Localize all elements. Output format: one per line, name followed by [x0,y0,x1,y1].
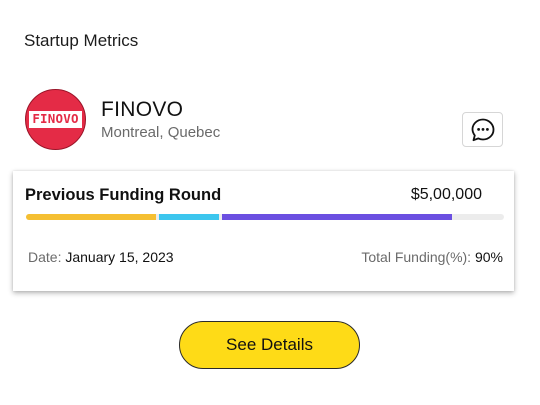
company-header: FINOVO FINOVO Montreal, Quebec [25,89,505,151]
funding-amount: $5,00,000 [410,186,482,203]
total-funding: Total Funding(%): 90% [361,249,503,265]
progress-segment-1 [26,214,156,220]
company-logo: FINOVO [25,89,86,150]
progress-segment-2 [159,214,219,220]
total-funding-value: 90% [474,249,503,265]
funding-date-label: Date: [28,249,62,265]
company-name: FINOVO [101,98,184,121]
funding-card: Previous Funding Round $5,00,000 Date: J… [13,171,514,291]
see-details-button[interactable]: See Details [179,321,360,369]
funding-progress-bar [26,214,504,220]
funding-date-value: January 15, 2023 [65,249,174,265]
total-funding-label: Total Funding(%): [361,249,472,265]
message-button[interactable] [462,112,503,147]
section-title: Startup Metrics [24,31,139,50]
progress-segment-3 [222,214,452,220]
company-location: Montreal, Quebec [101,124,221,141]
funding-title: Previous Funding Round [25,186,222,204]
company-logo-text: FINOVO [29,111,82,128]
chat-bubble-icon [471,118,494,141]
funding-date: Date: January 15, 2023 [28,249,174,265]
